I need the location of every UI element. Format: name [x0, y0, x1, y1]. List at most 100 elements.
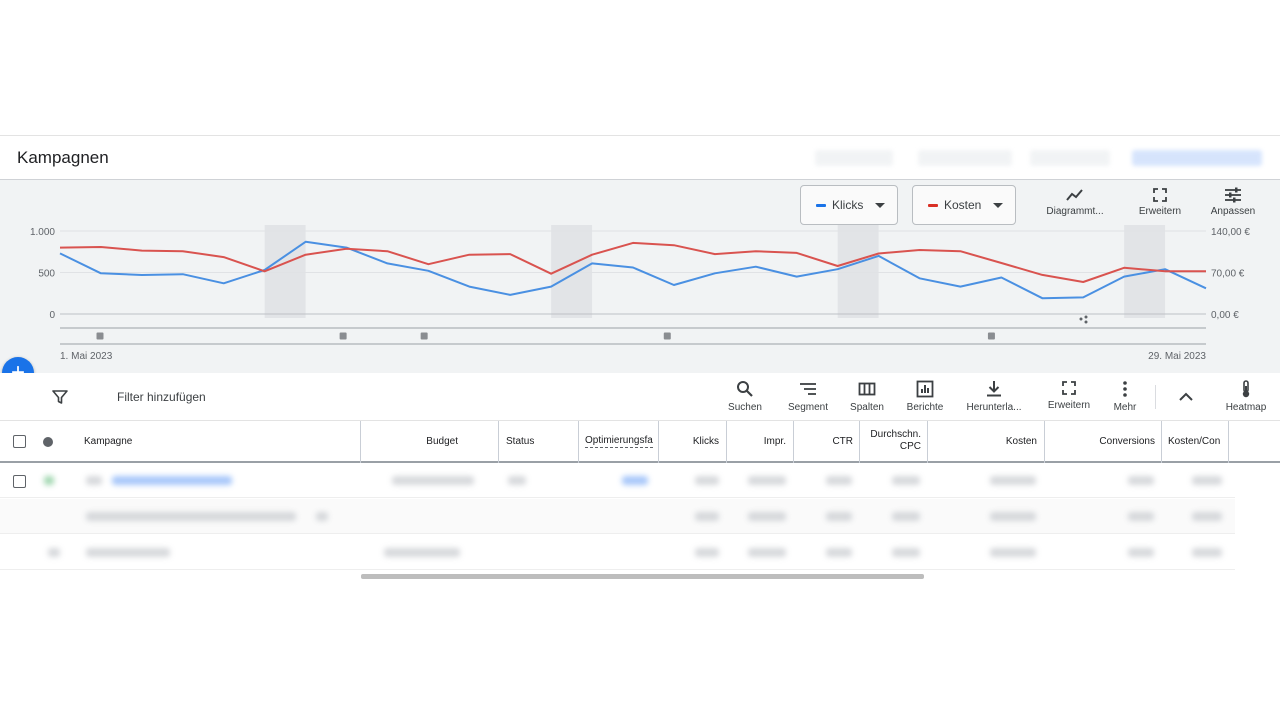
- search-button[interactable]: Suchen: [710, 380, 780, 413]
- column-header-label: Optimierungsfa: [585, 434, 653, 448]
- blurred-cell: [1192, 512, 1222, 521]
- add-filter-link[interactable]: Filter hinzufügen: [117, 390, 206, 404]
- column-separator: [793, 421, 794, 463]
- blurred-cell: [86, 476, 102, 485]
- blurred-cell: [826, 548, 852, 557]
- blurred-status-cell: [44, 476, 54, 485]
- blurred-cell: [695, 476, 719, 485]
- column-separator: [578, 421, 579, 463]
- chart-type-button[interactable]: Diagrammt...: [1035, 187, 1115, 217]
- column-separator: [927, 421, 928, 463]
- chevron-up-icon[interactable]: [1178, 389, 1194, 405]
- y-right-tick-label: 0,00 €: [1211, 310, 1239, 321]
- column-header-label: Klicks: [692, 435, 719, 447]
- metric-chip-kosten[interactable]: Kosten: [912, 185, 1016, 225]
- column-separator: [1228, 421, 1229, 463]
- blurred-header-control[interactable]: [1030, 150, 1110, 166]
- chart-tool-label: Erweitern: [1138, 206, 1182, 217]
- blurred-header-control[interactable]: [815, 150, 893, 166]
- search-icon: [737, 381, 753, 397]
- performance-chart-panel: Klicks Kosten Diagrammt... Erweitern Anp…: [0, 180, 1280, 373]
- column-header-klicks[interactable]: Klicks: [660, 421, 719, 461]
- column-header-ctr[interactable]: CTR: [795, 421, 853, 461]
- filter-icon[interactable]: [52, 389, 68, 405]
- column-header-label: Kampagne: [84, 435, 133, 447]
- blurred-cell: [826, 512, 852, 521]
- blurred-cell: [1128, 512, 1154, 521]
- column-header-conversions[interactable]: Conversions: [1046, 421, 1155, 461]
- blurred-cell: [1192, 476, 1222, 485]
- chevron-down-icon: [993, 203, 1003, 208]
- select-all-checkbox[interactable]: [13, 435, 26, 448]
- download-button[interactable]: Herunterla...: [959, 380, 1029, 413]
- blurred-cell: [695, 548, 719, 557]
- column-header-label: Budget: [426, 435, 458, 447]
- blurred-cell: [990, 512, 1036, 521]
- heatmap-button[interactable]: Heatmap: [1211, 380, 1280, 413]
- page-title: Kampagnen: [17, 148, 109, 167]
- column-header-budget[interactable]: Budget: [362, 421, 458, 461]
- download-icon: [987, 381, 1001, 397]
- cpc-label-line2: CPC: [899, 441, 921, 452]
- column-separator: [360, 421, 361, 463]
- column-header-status[interactable]: Status: [506, 421, 576, 461]
- column-header-kampagne[interactable]: Kampagne: [84, 421, 284, 461]
- chart-expand-button[interactable]: Erweitern: [1120, 187, 1200, 217]
- weekend-band: [264, 225, 306, 318]
- y-left-tick-label: 0: [49, 310, 55, 321]
- column-separator: [498, 421, 499, 463]
- blurred-cell: [316, 512, 328, 521]
- blurred-cell: [392, 476, 474, 485]
- column-separator: [1044, 421, 1045, 463]
- tool-label: Berichte: [906, 402, 944, 413]
- column-separator: [726, 421, 727, 463]
- metric-chip-klicks[interactable]: Klicks: [800, 185, 898, 225]
- tool-label: Heatmap: [1225, 402, 1267, 413]
- cpc-label-line1: Durchschn.: [870, 429, 921, 440]
- blurred-cell: [48, 548, 60, 557]
- annotation-node-icon: [1084, 320, 1088, 324]
- column-header-impr[interactable]: Impr.: [728, 421, 786, 461]
- column-header-kosten[interactable]: Kosten: [929, 421, 1037, 461]
- column-header-cpc[interactable]: Durchschn. CPC: [861, 421, 921, 461]
- row-checkbox[interactable]: [13, 475, 26, 488]
- table-row[interactable]: [0, 535, 1235, 570]
- annotation-marker: [339, 332, 347, 340]
- annotation-marker: [96, 332, 104, 340]
- column-header-label: Kosten/Con: [1168, 435, 1221, 447]
- x-start-label: 1. Mai 2023: [60, 351, 113, 362]
- reports-button[interactable]: Berichte: [890, 380, 960, 413]
- blurred-cell: [384, 548, 460, 557]
- weekend-band: [837, 225, 879, 318]
- blurred-header-link[interactable]: [1132, 150, 1262, 166]
- blurred-cell: [86, 548, 170, 557]
- column-separator: [1161, 421, 1162, 463]
- y-right-tick-label: 140,00 €: [1211, 227, 1250, 238]
- blurred-cell: [892, 548, 920, 557]
- more-button[interactable]: Mehr: [1090, 380, 1160, 413]
- column-header-label: Durchschn. CPC: [870, 429, 921, 453]
- blurred-cell: [748, 476, 786, 485]
- column-header-kosten-conv[interactable]: Kosten/Con: [1168, 421, 1228, 461]
- blurred-campaign-name[interactable]: [112, 476, 232, 485]
- tool-label: Herunterla...: [966, 402, 1022, 413]
- column-separator: [658, 421, 659, 463]
- horizontal-scrollbar[interactable]: [361, 574, 924, 579]
- metric-chip-label: Klicks: [832, 198, 864, 212]
- blurred-cell: [990, 548, 1036, 557]
- annotation-marker: [663, 332, 671, 340]
- table-row[interactable]: [0, 499, 1235, 534]
- table-toolbar: Filter hinzufügen Suchen Segment Spalten: [0, 373, 1280, 421]
- metric-chip-label: Kosten: [944, 198, 982, 212]
- chart-customize-button[interactable]: Anpassen: [1193, 187, 1273, 217]
- blurred-cell: [990, 476, 1036, 485]
- blurred-cell: [1192, 548, 1222, 557]
- annotation-node-icon: [1084, 315, 1088, 319]
- annotation-marker: [420, 332, 428, 340]
- chevron-down-icon: [875, 203, 885, 208]
- blurred-header-control[interactable]: [918, 150, 1012, 166]
- blurred-cell: [622, 476, 648, 485]
- line-chart-icon: [1066, 189, 1083, 201]
- table-row[interactable]: [0, 463, 1235, 498]
- column-header-optimierungsfaktor[interactable]: Optimierungsfa: [585, 421, 653, 461]
